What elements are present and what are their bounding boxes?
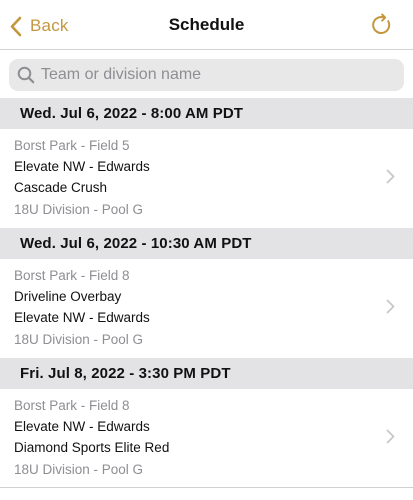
game-venue: Borst Park - Field 5: [14, 138, 130, 153]
game-venue: Borst Park - Field 8: [14, 268, 130, 283]
section-header: Fri. Jul 8, 2022 - 3:30 PM PDT: [0, 358, 413, 389]
refresh-icon: [369, 13, 393, 41]
game-team-1: Elevate NW - Edwards: [14, 419, 150, 434]
section-header: Wed. Jul 6, 2022 - 10:30 AM PDT: [0, 228, 413, 259]
game-row[interactable]: Borst Park - Field 8 Driveline Overbay E…: [0, 259, 413, 356]
game-team-1: Elevate NW - Edwards: [14, 159, 150, 174]
game-team-2: Elevate NW - Edwards: [14, 310, 150, 325]
search-input[interactable]: [41, 66, 391, 84]
page-title: Schedule: [168, 15, 245, 34]
search-bar-container: [0, 50, 413, 98]
search-bar[interactable]: [9, 59, 404, 91]
game-row[interactable]: Borst Park - Field 5 Elevate NW - Edward…: [0, 129, 413, 226]
game-team-2: Diamond Sports Elite Red: [14, 440, 170, 455]
game-division: 18U Division - Pool G: [14, 462, 144, 477]
refresh-button[interactable]: [369, 13, 393, 37]
game-row[interactable]: Borst Park - Field 8 Elevate NW - Edward…: [0, 389, 413, 486]
game-division: 18U Division - Pool G: [14, 332, 144, 347]
game-venue: Borst Park - Field 8: [14, 398, 130, 413]
search-icon: [17, 66, 35, 84]
game-division: 18U Division - Pool G: [14, 202, 144, 217]
game-team-1: Driveline Overbay: [14, 289, 122, 304]
navigation-bar: Back Schedule: [0, 0, 413, 50]
divider: [0, 487, 413, 488]
game-team-2: Cascade Crush: [14, 180, 108, 195]
section-header: Wed. Jul 6, 2022 - 8:00 AM PDT: [0, 98, 413, 129]
